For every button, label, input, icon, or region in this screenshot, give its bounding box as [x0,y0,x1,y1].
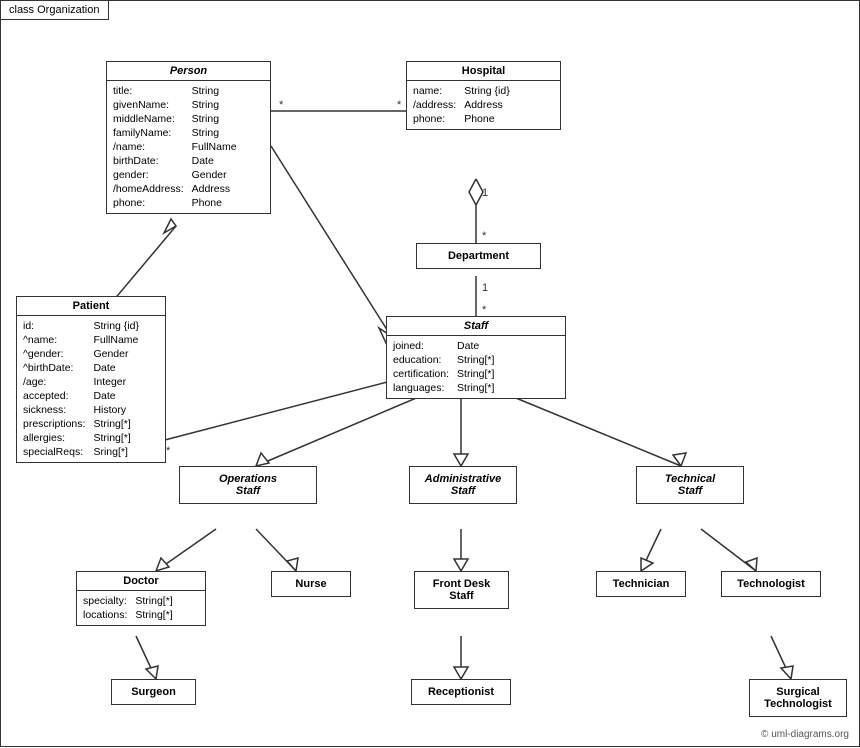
staff-box: Staff joined:Date education:String[*] ce… [386,316,566,399]
svg-text:*: * [397,99,402,111]
diagram-container: class Organization * * 1 * 1 * * * [0,0,860,747]
hospital-body: name:String {id} /address:Address phone:… [407,81,560,129]
svg-text:*: * [166,445,171,457]
front-desk-staff-box: Front DeskStaff [414,571,509,609]
person-box: Person title:String givenName:String mid… [106,61,271,214]
receptionist-box: Receptionist [411,679,511,705]
copyright: © uml-diagrams.org [761,729,849,740]
svg-text:1: 1 [482,282,488,294]
hospital-box: Hospital name:String {id} /address:Addre… [406,61,561,130]
person-title: Person [107,62,270,81]
patient-body: id:String {id} ^name:FullName ^gender:Ge… [17,316,165,462]
technologist-box: Technologist [721,571,821,597]
staff-body: joined:Date education:String[*] certific… [387,336,565,398]
doctor-body: specialty:String[*] locations:String[*] [77,591,205,625]
svg-text:*: * [279,99,284,111]
nurse-box: Nurse [271,571,351,597]
staff-title: Staff [387,317,565,336]
operations-staff-box: OperationsStaff [179,466,317,504]
administrative-staff-box: AdministrativeStaff [409,466,517,504]
svg-text:*: * [482,230,487,242]
svg-text:*: * [482,304,487,316]
svg-text:1: 1 [482,187,488,199]
person-body: title:String givenName:String middleName… [107,81,270,213]
surgical-technologist-box: SurgicalTechnologist [749,679,847,717]
technician-box: Technician [596,571,686,597]
doctor-box: Doctor specialty:String[*] locations:Str… [76,571,206,626]
surgeon-box: Surgeon [111,679,196,705]
diagram-title: class Organization [1,1,109,20]
patient-box: Patient id:String {id} ^name:FullName ^g… [16,296,166,463]
department-box: Department [416,243,541,269]
patient-title: Patient [17,297,165,316]
technical-staff-box: TechnicalStaff [636,466,744,504]
doctor-title: Doctor [77,572,205,591]
hospital-title: Hospital [407,62,560,81]
